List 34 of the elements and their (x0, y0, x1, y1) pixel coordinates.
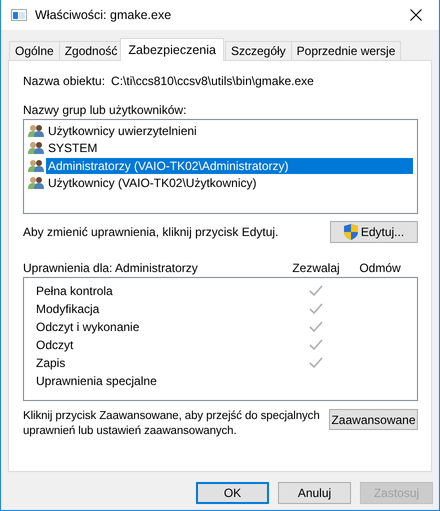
permission-name: Modyfikacja (36, 302, 100, 316)
groups-label: Nazwy grup lub użytkowników: (23, 103, 188, 118)
shield-icon (344, 224, 358, 240)
tab[interactable]: Zabezpieczenia (120, 38, 224, 61)
list-item[interactable]: SYSTEM (46, 140, 100, 156)
list-item[interactable]: Użytkownicy (VAIO-TK02\Użytkownicy) (46, 175, 258, 192)
users-icon (28, 141, 44, 156)
object-name-label: Nazwa obiektu: (23, 74, 106, 90)
object-path: C:\ti\ccs810\ccsv8\utils\bin\gmake.exe (111, 74, 314, 90)
permission-name: Uprawnienia specjalne (36, 374, 158, 388)
window-icon (11, 9, 27, 21)
permission-name: Odczyt i wykonanie (36, 320, 140, 334)
list-item[interactable]: Administratorzy (VAIO-TK02\Administratorzy) (46, 158, 413, 174)
dialog-button[interactable]: OK (196, 482, 269, 504)
list-item[interactable]: Użytkownicy uwierzytelnieni (46, 122, 199, 139)
advanced-button[interactable]: Zaawansowane (329, 409, 418, 430)
tab[interactable]: Szczegóły (224, 41, 292, 60)
column-header: Odmów (359, 260, 401, 274)
users-icon (28, 176, 44, 190)
users-icon (28, 124, 44, 138)
advanced-hint: Kliknij przycisk Zaawansowane, aby przejść do specjalnych uprawnień lub ustawień zaawansowanych. (23, 409, 321, 439)
close-icon (410, 9, 422, 21)
column-header: Zezwalaj (292, 260, 340, 274)
window-title: Właściwości: gmake.exe (35, 8, 172, 22)
permissions-label: Uprawnienia dla: Administratorzy (23, 260, 199, 274)
tab[interactable]: Ogólne (9, 41, 60, 60)
permission-name: Pełna kontrola (36, 284, 114, 298)
tab[interactable]: Poprzednie wersje (290, 41, 402, 60)
edit-hint: Aby zmienić uprawnienia, kliknij przycisk Edytuj. (23, 225, 278, 239)
edit-button[interactable]: Edytuj... (330, 221, 418, 243)
permission-name: Odczyt (36, 338, 74, 352)
dialog-button[interactable]: Anuluj (278, 482, 351, 504)
permission-name: Zapis (36, 356, 66, 370)
users-icon (28, 158, 44, 173)
